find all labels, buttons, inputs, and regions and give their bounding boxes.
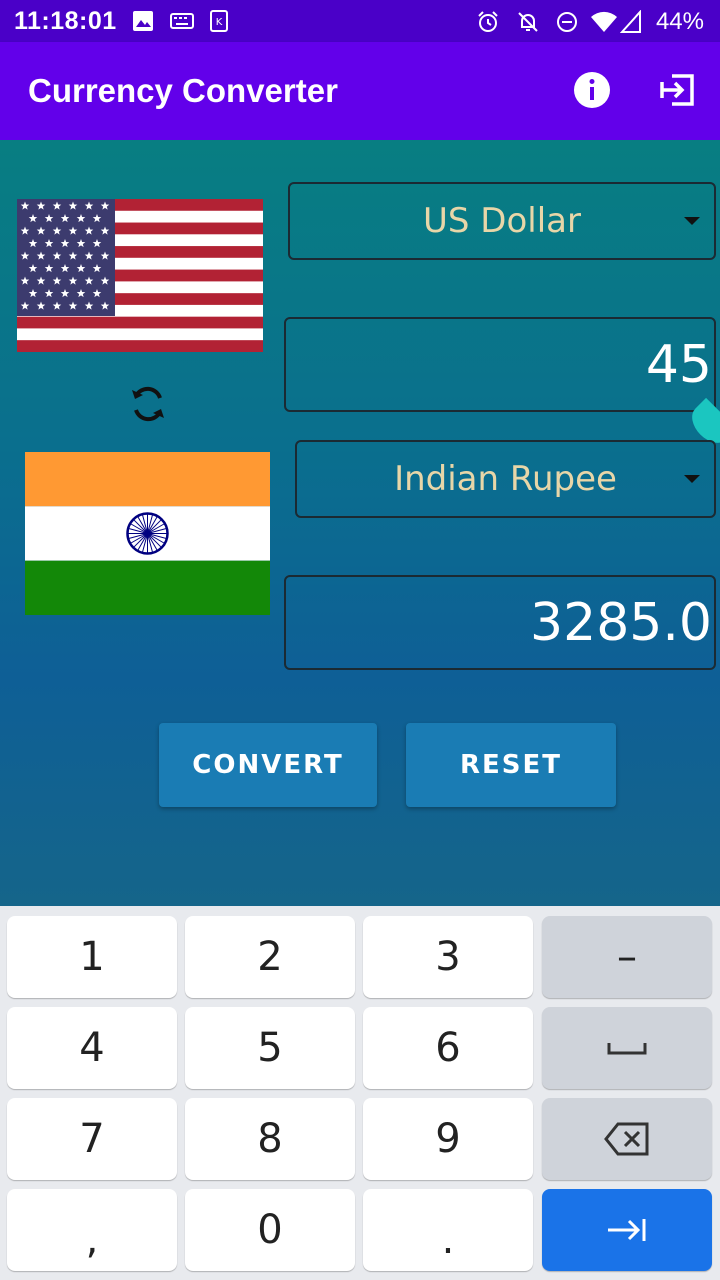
- status-bar: 11:18:01 K 44%: [0, 0, 720, 42]
- key-backspace[interactable]: [542, 1098, 712, 1180]
- chevron-down-icon: [684, 475, 700, 483]
- india-flag-image: [25, 452, 270, 615]
- key-4[interactable]: 4: [7, 1007, 177, 1089]
- key-8[interactable]: 8: [185, 1098, 355, 1180]
- key-space[interactable]: [542, 1007, 712, 1089]
- key-5[interactable]: 5: [185, 1007, 355, 1089]
- image-icon: [133, 11, 153, 31]
- swap-icon[interactable]: [126, 382, 170, 426]
- tab-next-icon: [608, 1219, 646, 1241]
- key-1[interactable]: 1: [7, 916, 177, 998]
- space-icon: [607, 1043, 647, 1055]
- key-minus[interactable]: –: [542, 916, 712, 998]
- key-period[interactable]: .: [363, 1189, 533, 1271]
- app-title: Currency Converter: [28, 72, 338, 109]
- converter-panel: US Dollar 45 Indian Rupee 3285.0 CONVERT…: [0, 140, 720, 906]
- to-currency-label: Indian Rupee: [394, 459, 617, 499]
- key-comma[interactable]: ,: [7, 1189, 177, 1271]
- backspace-icon: [604, 1122, 649, 1156]
- convert-button[interactable]: CONVERT: [159, 723, 377, 807]
- reset-button[interactable]: RESET: [406, 723, 616, 807]
- numeric-keyboard: 1 2 3 – 4 5 6 7 8 9 , 0 .: [0, 906, 720, 1280]
- key-0[interactable]: 0: [185, 1189, 355, 1271]
- to-amount-value: 3285.0: [530, 592, 712, 653]
- from-amount-value: 45: [645, 334, 712, 395]
- key-3[interactable]: 3: [363, 916, 533, 998]
- info-icon[interactable]: [572, 70, 612, 110]
- alarm-icon: [478, 11, 498, 32]
- from-currency-dropdown[interactable]: US Dollar: [288, 182, 716, 260]
- wifi-icon: [591, 11, 617, 32]
- chevron-down-icon: [684, 217, 700, 225]
- svg-text:K: K: [216, 17, 223, 28]
- keyboard-icon: [170, 13, 194, 29]
- app-bar: Currency Converter: [0, 42, 720, 140]
- do-not-disturb-icon: [557, 12, 577, 32]
- key-9[interactable]: 9: [363, 1098, 533, 1180]
- battery-percent: 44%: [655, 8, 704, 35]
- status-time: 11:18:01: [14, 7, 117, 35]
- notifications-off-icon: [518, 12, 538, 32]
- to-currency-dropdown[interactable]: Indian Rupee: [295, 440, 716, 518]
- from-currency-label: US Dollar: [423, 201, 581, 241]
- from-amount-input[interactable]: 45: [284, 317, 716, 412]
- to-amount-output[interactable]: 3285.0: [284, 575, 716, 670]
- k-app-icon: K: [210, 10, 228, 32]
- cell-signal-icon: [620, 10, 641, 33]
- key-next[interactable]: [542, 1189, 712, 1271]
- key-2[interactable]: 2: [185, 916, 355, 998]
- exit-icon[interactable]: [658, 70, 698, 110]
- key-6[interactable]: 6: [363, 1007, 533, 1089]
- key-7[interactable]: 7: [7, 1098, 177, 1180]
- us-flag-image: [17, 199, 263, 352]
